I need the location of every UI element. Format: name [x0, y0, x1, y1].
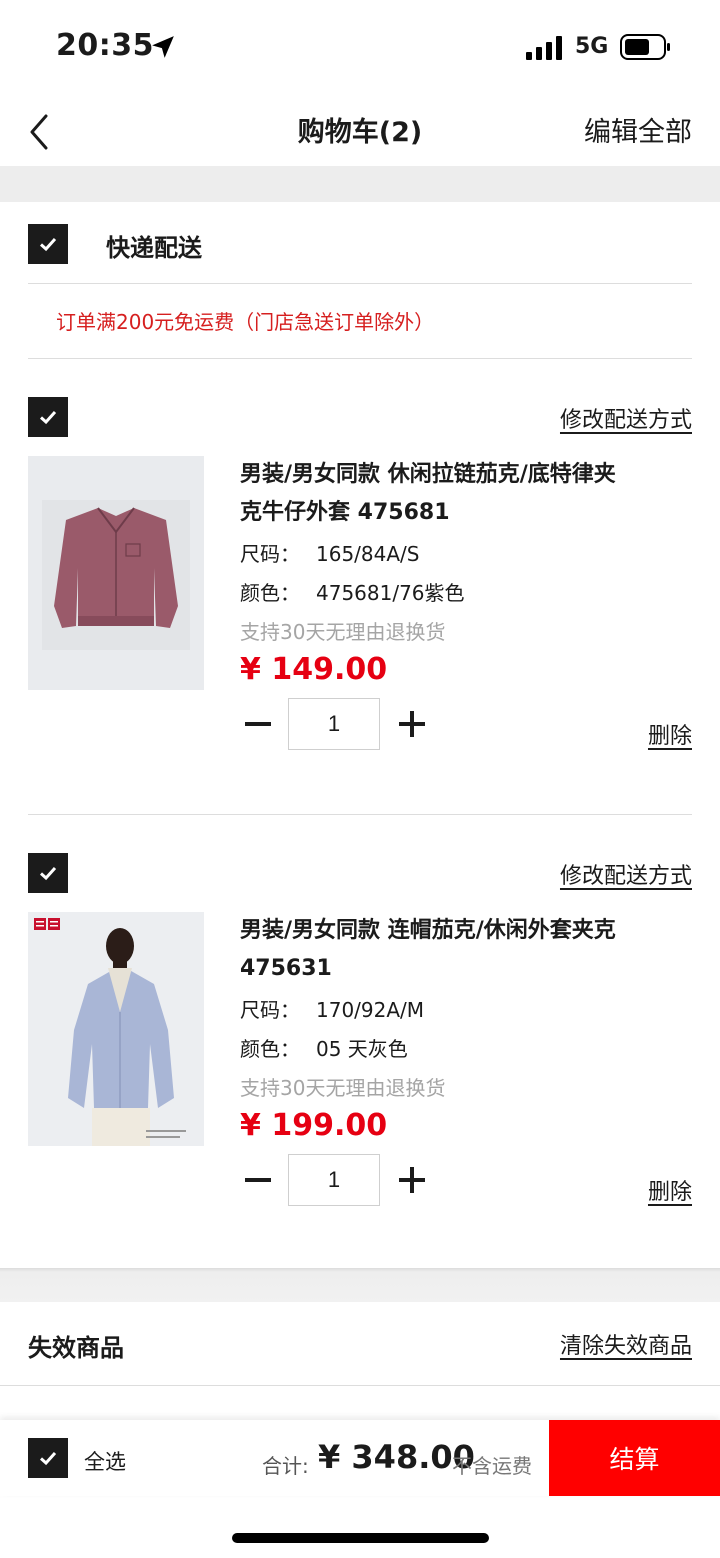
- section-separator: [0, 166, 720, 202]
- increase-quantity-button[interactable]: [394, 706, 430, 742]
- check-icon: [39, 410, 57, 425]
- shipping-excluded-note: 不含运费: [452, 1454, 532, 1478]
- product-name-line: 475631: [240, 956, 332, 981]
- quantity-input[interactable]: [288, 698, 380, 750]
- product-name-line: 男装/男女同款 连帽茄克/休闲外套夹克: [240, 918, 616, 943]
- location-arrow-icon: [152, 36, 174, 58]
- divider: [28, 283, 692, 284]
- check-icon: [39, 866, 57, 881]
- decrease-quantity-button[interactable]: [240, 706, 276, 742]
- minus-icon: [245, 722, 271, 726]
- return-policy-note: 支持30天无理由退换货: [240, 620, 446, 644]
- decrease-quantity-button[interactable]: [240, 1162, 276, 1198]
- product-image[interactable]: [28, 456, 204, 690]
- size-label: 尺码：: [240, 542, 300, 566]
- signal-icon: [526, 36, 562, 60]
- size-value: 165/84A/S: [316, 542, 420, 566]
- shipping-method-label: 快递配送: [106, 234, 202, 262]
- delete-item-link[interactable]: 删除: [648, 718, 692, 750]
- delete-item-link[interactable]: 删除: [648, 1174, 692, 1206]
- change-delivery-link[interactable]: 修改配送方式: [560, 402, 692, 434]
- network-label: 5G: [575, 34, 609, 59]
- invalid-items-title: 失效商品: [28, 1334, 124, 1362]
- clear-invalid-items-link[interactable]: 清除失效商品: [560, 1328, 692, 1360]
- item-checkbox[interactable]: [28, 853, 68, 893]
- size-row: 尺码： 165/84A/S: [240, 538, 419, 567]
- product-name: 男装/男女同款 连帽茄克/休闲外套夹克 475631: [240, 912, 680, 988]
- product-name: 男装/男女同款 休闲拉链茄克/底特律夹 克牛仔外套 475681: [240, 456, 680, 532]
- select-all-label: 全选: [84, 1450, 126, 1474]
- status-time: 20:35: [56, 28, 154, 63]
- product-name-line: 男装/男女同款 休闲拉链茄克/底特律夹: [240, 462, 616, 487]
- total-label: 合计:: [262, 1454, 309, 1478]
- item-checkbox[interactable]: [28, 397, 68, 437]
- checkout-button[interactable]: 结算: [549, 1420, 720, 1496]
- color-row: 颜色： 05 天灰色: [240, 1033, 408, 1062]
- color-value: 475681/76紫色: [316, 581, 465, 605]
- section-separator: [0, 1268, 720, 1302]
- divider: [28, 814, 692, 815]
- product-image[interactable]: [28, 912, 204, 1146]
- size-label: 尺码：: [240, 998, 300, 1022]
- divider: [28, 358, 692, 359]
- check-icon: [39, 237, 57, 252]
- increase-quantity-button[interactable]: [394, 1162, 430, 1198]
- battery-icon: [620, 34, 670, 60]
- edit-all-button[interactable]: 编辑全部: [584, 110, 692, 149]
- color-row: 颜色： 475681/76紫色: [240, 577, 465, 606]
- plus-icon: [399, 711, 425, 737]
- product-price: ¥ 149.00: [240, 652, 388, 687]
- product-price: ¥ 199.00: [240, 1108, 388, 1143]
- jacket-image: [28, 456, 204, 690]
- minus-icon: [245, 1178, 271, 1182]
- color-label: 颜色：: [240, 1037, 300, 1061]
- change-delivery-link[interactable]: 修改配送方式: [560, 858, 692, 890]
- size-value: 170/92A/M: [316, 998, 425, 1022]
- check-icon: [39, 1451, 57, 1466]
- shipping-group-checkbox[interactable]: [28, 224, 68, 264]
- divider: [0, 1385, 720, 1386]
- home-indicator[interactable]: [232, 1533, 489, 1543]
- quantity-input[interactable]: [288, 1154, 380, 1206]
- size-row: 尺码： 170/92A/M: [240, 994, 424, 1023]
- plus-icon: [399, 1167, 425, 1193]
- free-shipping-notice: 订单满200元免运费（门店急送订单除外）: [56, 310, 435, 334]
- product-name-line: 克牛仔外套 475681: [240, 500, 450, 525]
- color-value: 05 天灰色: [316, 1037, 408, 1061]
- select-all-checkbox[interactable]: [28, 1438, 68, 1478]
- color-label: 颜色：: [240, 581, 300, 605]
- return-policy-note: 支持30天无理由退换货: [240, 1076, 446, 1100]
- model-image: [28, 912, 204, 1146]
